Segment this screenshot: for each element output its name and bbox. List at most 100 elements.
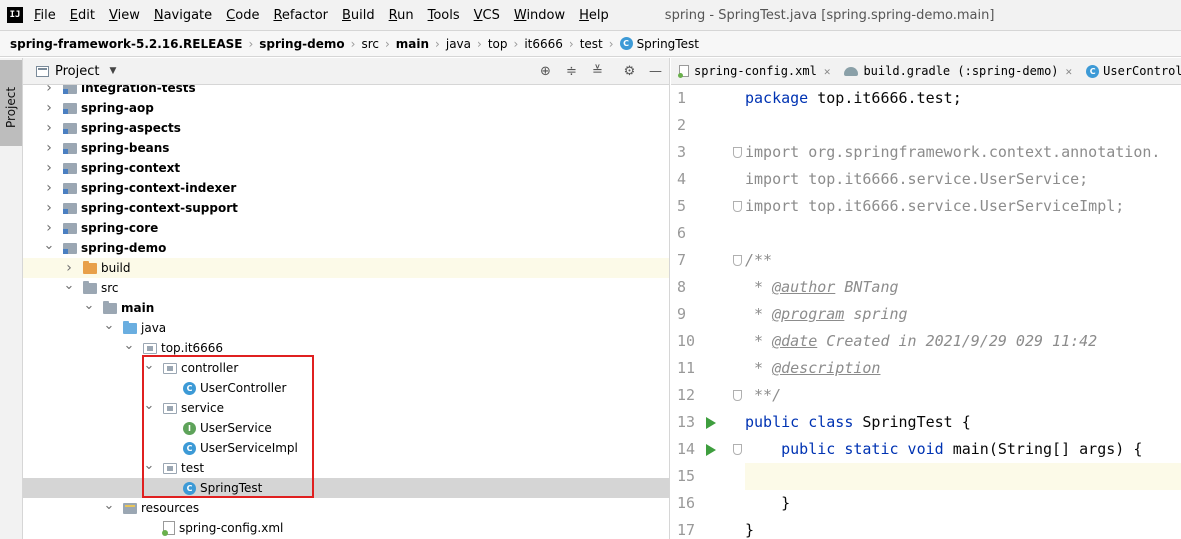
tree-row[interactable]: I UserService xyxy=(23,418,669,438)
breadcrumb-item[interactable]: spring-demo xyxy=(259,37,344,51)
code-line-4: import top.it6666.service.UserService; xyxy=(745,166,1181,193)
tree-row[interactable]: ⌄ spring-demo xyxy=(23,238,669,258)
chevron-right-icon[interactable]: › xyxy=(43,120,55,136)
chevron-right-icon[interactable]: › xyxy=(63,260,75,276)
menu-item-vcs[interactable]: VCS xyxy=(474,8,507,23)
chevron-down-icon[interactable]: ⌄ xyxy=(143,398,155,413)
tree-row[interactable]: ⌄ main xyxy=(23,298,669,318)
menu-item-refactor[interactable]: Refactor xyxy=(273,8,335,23)
folder-icon xyxy=(63,202,77,214)
tree-row[interactable]: C UserController xyxy=(23,378,669,398)
tree-row[interactable]: ⌄ top.it6666 xyxy=(23,338,669,358)
code-area[interactable]: package top.it6666.test; import org.spri… xyxy=(745,85,1181,539)
tree-row[interactable]: ⌄ resources xyxy=(23,498,669,518)
chevron-down-icon[interactable]: ⌄ xyxy=(143,358,155,373)
fold-icon[interactable] xyxy=(733,444,742,455)
collapse-all-icon[interactable]: ≚ xyxy=(589,63,606,80)
gradle-icon xyxy=(844,66,859,76)
fold-icon[interactable] xyxy=(733,147,742,158)
menu-item-build[interactable]: Build xyxy=(342,8,382,23)
chevron-right-icon[interactable]: › xyxy=(43,140,55,156)
tree-row[interactable]: › build xyxy=(23,258,669,278)
breadcrumb-item[interactable]: java xyxy=(446,37,471,51)
fold-icon[interactable] xyxy=(733,201,742,212)
tree-row[interactable]: C SpringTest xyxy=(23,478,669,498)
gear-icon[interactable]: ⚙ xyxy=(621,63,638,80)
tree-row[interactable]: › spring-core xyxy=(23,218,669,238)
menu-item-navigate[interactable]: Navigate xyxy=(154,8,219,23)
tree-arrow-spacer xyxy=(163,422,175,434)
project-tool-tab[interactable]: Project xyxy=(0,60,22,146)
breadcrumb-item[interactable]: C SpringTest xyxy=(619,37,699,51)
tree-row[interactable]: spring-config.xml xyxy=(23,518,669,538)
tree-row[interactable]: › spring-context-indexer xyxy=(23,178,669,198)
tree-row[interactable]: › spring-context-support xyxy=(23,198,669,218)
menu-item-window[interactable]: Window xyxy=(514,8,572,23)
expand-all-icon[interactable]: ≑ xyxy=(563,63,580,80)
project-panel-title[interactable]: Project xyxy=(55,64,99,79)
menu-item-tools[interactable]: Tools xyxy=(428,8,467,23)
line-number: 8 xyxy=(677,278,687,296)
tree-row[interactable]: ⌄ service xyxy=(23,398,669,418)
chevron-down-icon[interactable]: ⌄ xyxy=(123,338,135,353)
run-icon[interactable] xyxy=(706,444,716,456)
tree-row[interactable]: ⌄ controller xyxy=(23,358,669,378)
chevron-down-icon[interactable]: ⌄ xyxy=(143,458,155,473)
locate-icon[interactable]: ⊕ xyxy=(537,63,554,80)
tree-row[interactable]: ⌄ src xyxy=(23,278,669,298)
menu-item-file[interactable]: File xyxy=(34,8,63,23)
chevron-right-icon[interactable]: › xyxy=(43,180,55,196)
editor-tab[interactable]: spring-config.xml ✕ xyxy=(671,58,836,84)
breadcrumb-item[interactable]: spring-framework-5.2.16.RELEASE xyxy=(10,37,242,51)
tree-row[interactable]: › spring-beans xyxy=(23,138,669,158)
chevron-down-icon[interactable]: ⌄ xyxy=(103,318,115,333)
minimize-icon[interactable]: — xyxy=(647,63,664,80)
fold-icon[interactable] xyxy=(733,390,742,401)
fold-icon[interactable] xyxy=(733,255,742,266)
close-icon[interactable]: ✕ xyxy=(1066,65,1073,78)
tree-row[interactable]: › spring-aspects xyxy=(23,118,669,138)
tree-row[interactable]: › integration-tests xyxy=(23,85,669,98)
menu-item-view[interactable]: View xyxy=(109,8,147,23)
chevron-down-icon[interactable]: ⌄ xyxy=(83,298,95,313)
breadcrumb-item[interactable]: test xyxy=(580,37,603,51)
tree-row[interactable]: › spring-aop xyxy=(23,98,669,118)
tree-row[interactable]: › spring-context xyxy=(23,158,669,178)
menu-item-run[interactable]: Run xyxy=(389,8,421,23)
chevron-right-icon[interactable]: › xyxy=(43,85,55,96)
close-icon[interactable]: ✕ xyxy=(824,65,831,78)
chevron-right-icon[interactable]: › xyxy=(43,200,55,216)
chevron-down-icon[interactable]: ⌄ xyxy=(103,498,115,513)
chevron-right-icon[interactable]: › xyxy=(43,220,55,236)
menu-item-code[interactable]: Code xyxy=(226,8,266,23)
code-token: /** xyxy=(745,251,773,269)
breadcrumb-item[interactable]: it6666 xyxy=(524,37,563,51)
tree-row[interactable]: C UserServiceImpl xyxy=(23,438,669,458)
tree-row[interactable]: ⌄ java xyxy=(23,318,669,338)
folder-icon xyxy=(63,242,77,254)
chevron-down-icon[interactable]: ⌄ xyxy=(43,238,55,253)
code-token: } xyxy=(745,521,755,539)
breadcrumb-item[interactable]: top xyxy=(488,37,508,51)
editor-tab[interactable]: build.gradle (:spring-demo) ✕ xyxy=(836,58,1078,84)
intellij-app-icon[interactable]: IJ xyxy=(7,7,23,23)
menu-item-help[interactable]: Help xyxy=(579,8,616,23)
class-icon: C xyxy=(619,37,633,50)
menu-item-edit[interactable]: Edit xyxy=(70,8,102,23)
run-icon[interactable] xyxy=(706,417,716,429)
folder-icon xyxy=(83,260,97,274)
tree-label: build xyxy=(101,261,131,275)
breadcrumb-item[interactable]: src xyxy=(361,37,379,51)
breadcrumb-item[interactable]: main xyxy=(396,37,429,51)
chevron-right-icon[interactable]: › xyxy=(43,160,55,176)
tree-label: spring-aspects xyxy=(81,121,181,135)
code-token: * xyxy=(745,278,773,296)
chevron-down-icon[interactable]: ⌄ xyxy=(63,278,75,293)
line-number: 16 xyxy=(677,494,696,512)
editor-tab[interactable]: CUserControll xyxy=(1078,58,1181,84)
chevron-right-icon[interactable]: › xyxy=(43,100,55,116)
class-icon: C xyxy=(183,481,196,495)
folder-icon xyxy=(83,280,97,294)
tree-row[interactable]: ⌄ test xyxy=(23,458,669,478)
chevron-down-icon[interactable]: ▼ xyxy=(109,66,116,76)
